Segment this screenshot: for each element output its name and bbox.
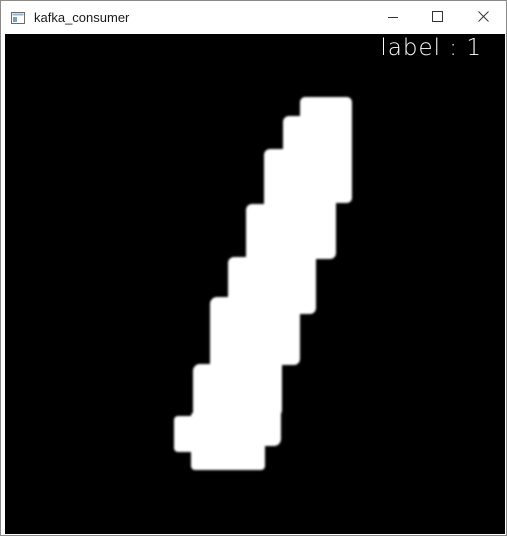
minimize-button[interactable] — [370, 1, 416, 34]
minimize-icon — [388, 9, 398, 27]
maximize-button[interactable] — [414, 1, 460, 34]
close-icon — [477, 9, 489, 27]
maximize-icon — [431, 9, 443, 27]
image-display-canvas: label : 1 — [5, 34, 505, 534]
prediction-label: label : 1 — [380, 35, 482, 61]
close-button[interactable] — [460, 1, 506, 34]
title-bar[interactable]: kafka_consumer — [1, 1, 506, 34]
window-app-icon — [11, 11, 25, 24]
digit-one-image — [174, 97, 352, 470]
kafka-consumer-window: kafka_consumer label: 1 — [0, 0, 507, 536]
window-title: kafka_consumer — [34, 10, 130, 25]
